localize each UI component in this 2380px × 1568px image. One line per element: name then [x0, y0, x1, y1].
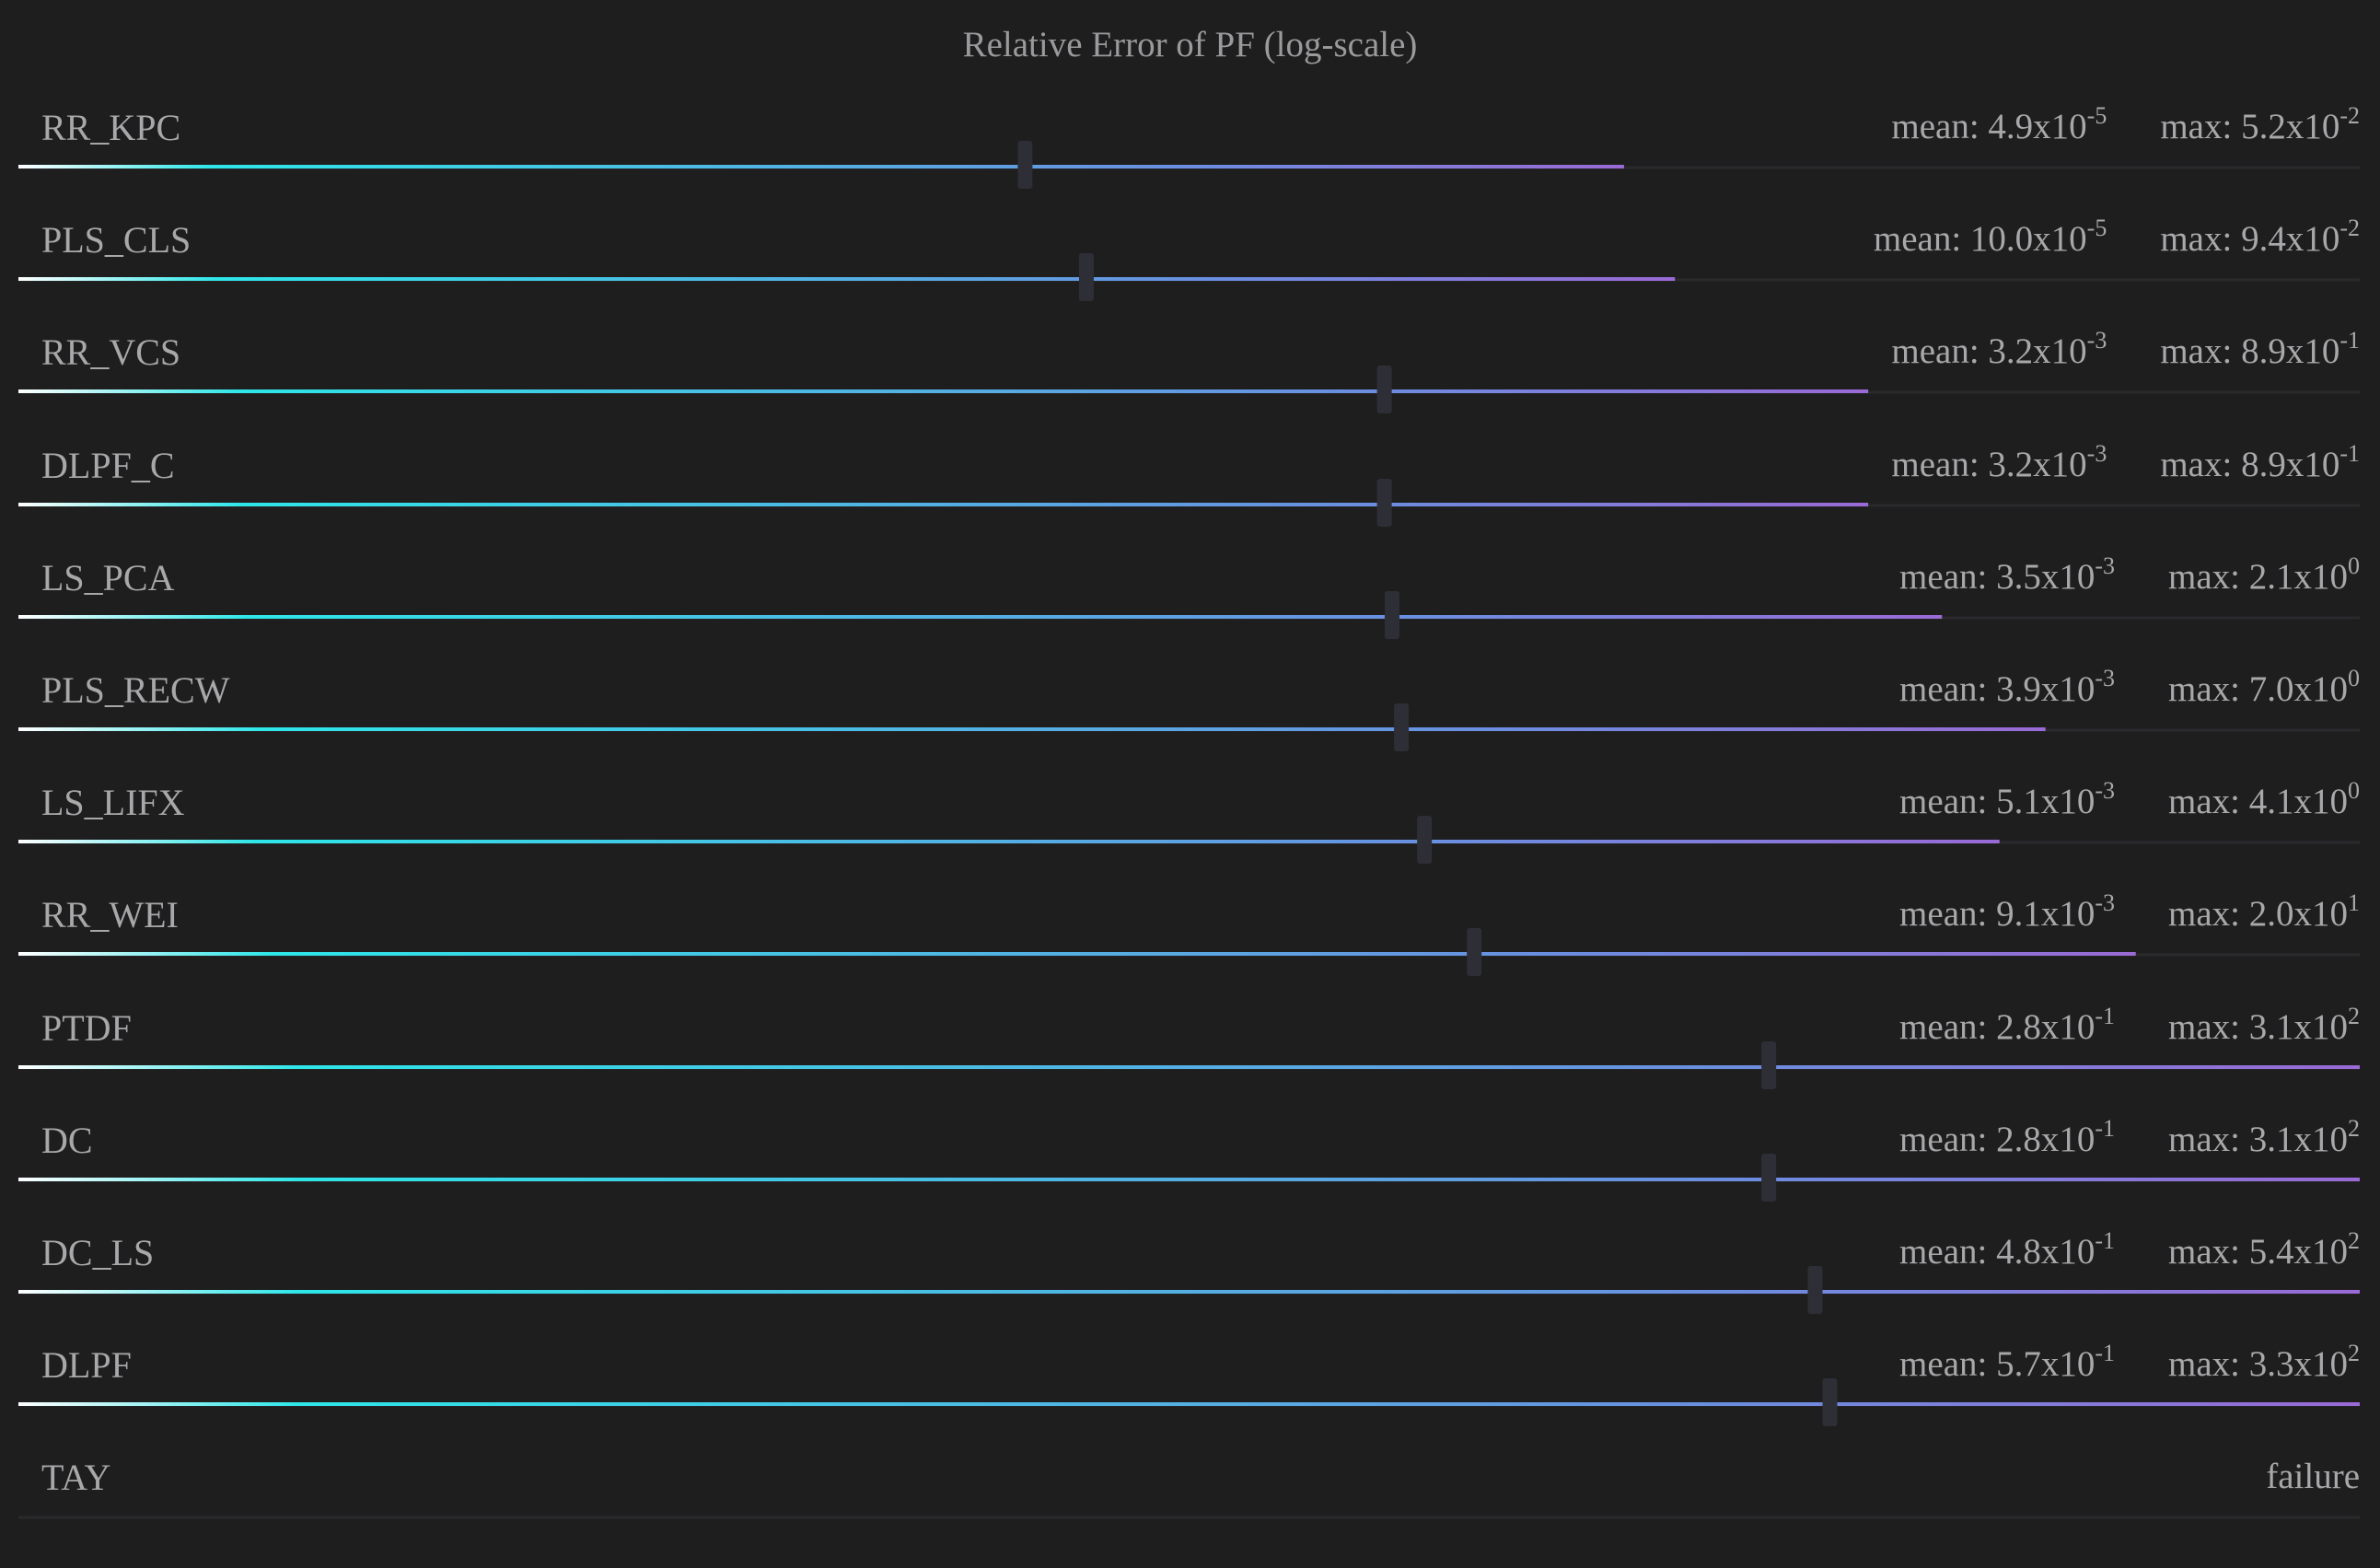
- bar-svg: [18, 703, 2360, 751]
- bar-svg: [18, 1040, 2360, 1089]
- bar-svg: [18, 816, 2360, 865]
- bar-svg: [18, 1378, 2360, 1427]
- bar-svg: [18, 366, 2360, 414]
- chart-row: PTDF mean: 2.8x10-1 max: 3.1x102: [0, 1004, 2380, 1119]
- bar-svg: [18, 1266, 2360, 1314]
- bar-svg: [18, 590, 2360, 639]
- chart-row: LS_PCA mean: 3.5x10-3 max: 2.1x100: [0, 553, 2380, 668]
- chart-rows: RR_KPC mean: 4.9x10-5 max: 5.2x10-2 PLS_CLS…: [0, 0, 2380, 1554]
- chart-row: RR_KPC mean: 4.9x10-5 max: 5.2x10-2: [0, 104, 2380, 218]
- bar-svg: [18, 141, 2360, 189]
- mean-marker: [1376, 478, 1392, 527]
- bar-svg: [18, 478, 2360, 527]
- chart-row: DC_LS mean: 4.8x10-1 max: 5.4x102: [0, 1229, 2380, 1343]
- chart-row: PLS_RECW mean: 3.9x10-3 max: 7.0x100: [0, 667, 2380, 781]
- mean-marker: [1417, 816, 1433, 865]
- bar-svg: [18, 928, 2360, 977]
- chart-row: DLPF_C mean: 3.2x10-3 max: 8.9x10-1: [0, 441, 2380, 556]
- chart-row: RR_VCS mean: 3.2x10-3 max: 8.9x10-1: [0, 329, 2380, 443]
- bar-svg: [18, 1516, 2360, 1519]
- mean-marker: [1822, 1378, 1838, 1427]
- chart-row: RR_WEI mean: 9.1x10-3 max: 2.0x101: [0, 891, 2380, 1005]
- mean-marker: [1384, 590, 1399, 639]
- chart-row: PLS_CLS mean: 10.0x10-5 max: 9.4x10-2: [0, 216, 2380, 331]
- mean-marker: [1079, 253, 1094, 302]
- mean-marker: [1807, 1266, 1823, 1314]
- bar-svg: [18, 1153, 2360, 1202]
- mean-marker: [1761, 1040, 1777, 1089]
- mean-marker: [1761, 1153, 1777, 1202]
- mean-marker: [1467, 928, 1482, 977]
- bar-svg: [18, 253, 2360, 302]
- mean-marker: [1376, 366, 1392, 414]
- chart-row: DC mean: 2.8x10-1 max: 3.1x102: [0, 1116, 2380, 1231]
- mean-marker: [1017, 141, 1033, 189]
- mean-marker: [1394, 703, 1410, 751]
- chart-row: LS_LIFX mean: 5.1x10-3 max: 4.1x100: [0, 779, 2380, 893]
- chart-row: DLPF mean: 5.7x10-1 max: 3.3x102: [0, 1342, 2380, 1456]
- chart-row: TAY failure: [0, 1456, 2380, 1568]
